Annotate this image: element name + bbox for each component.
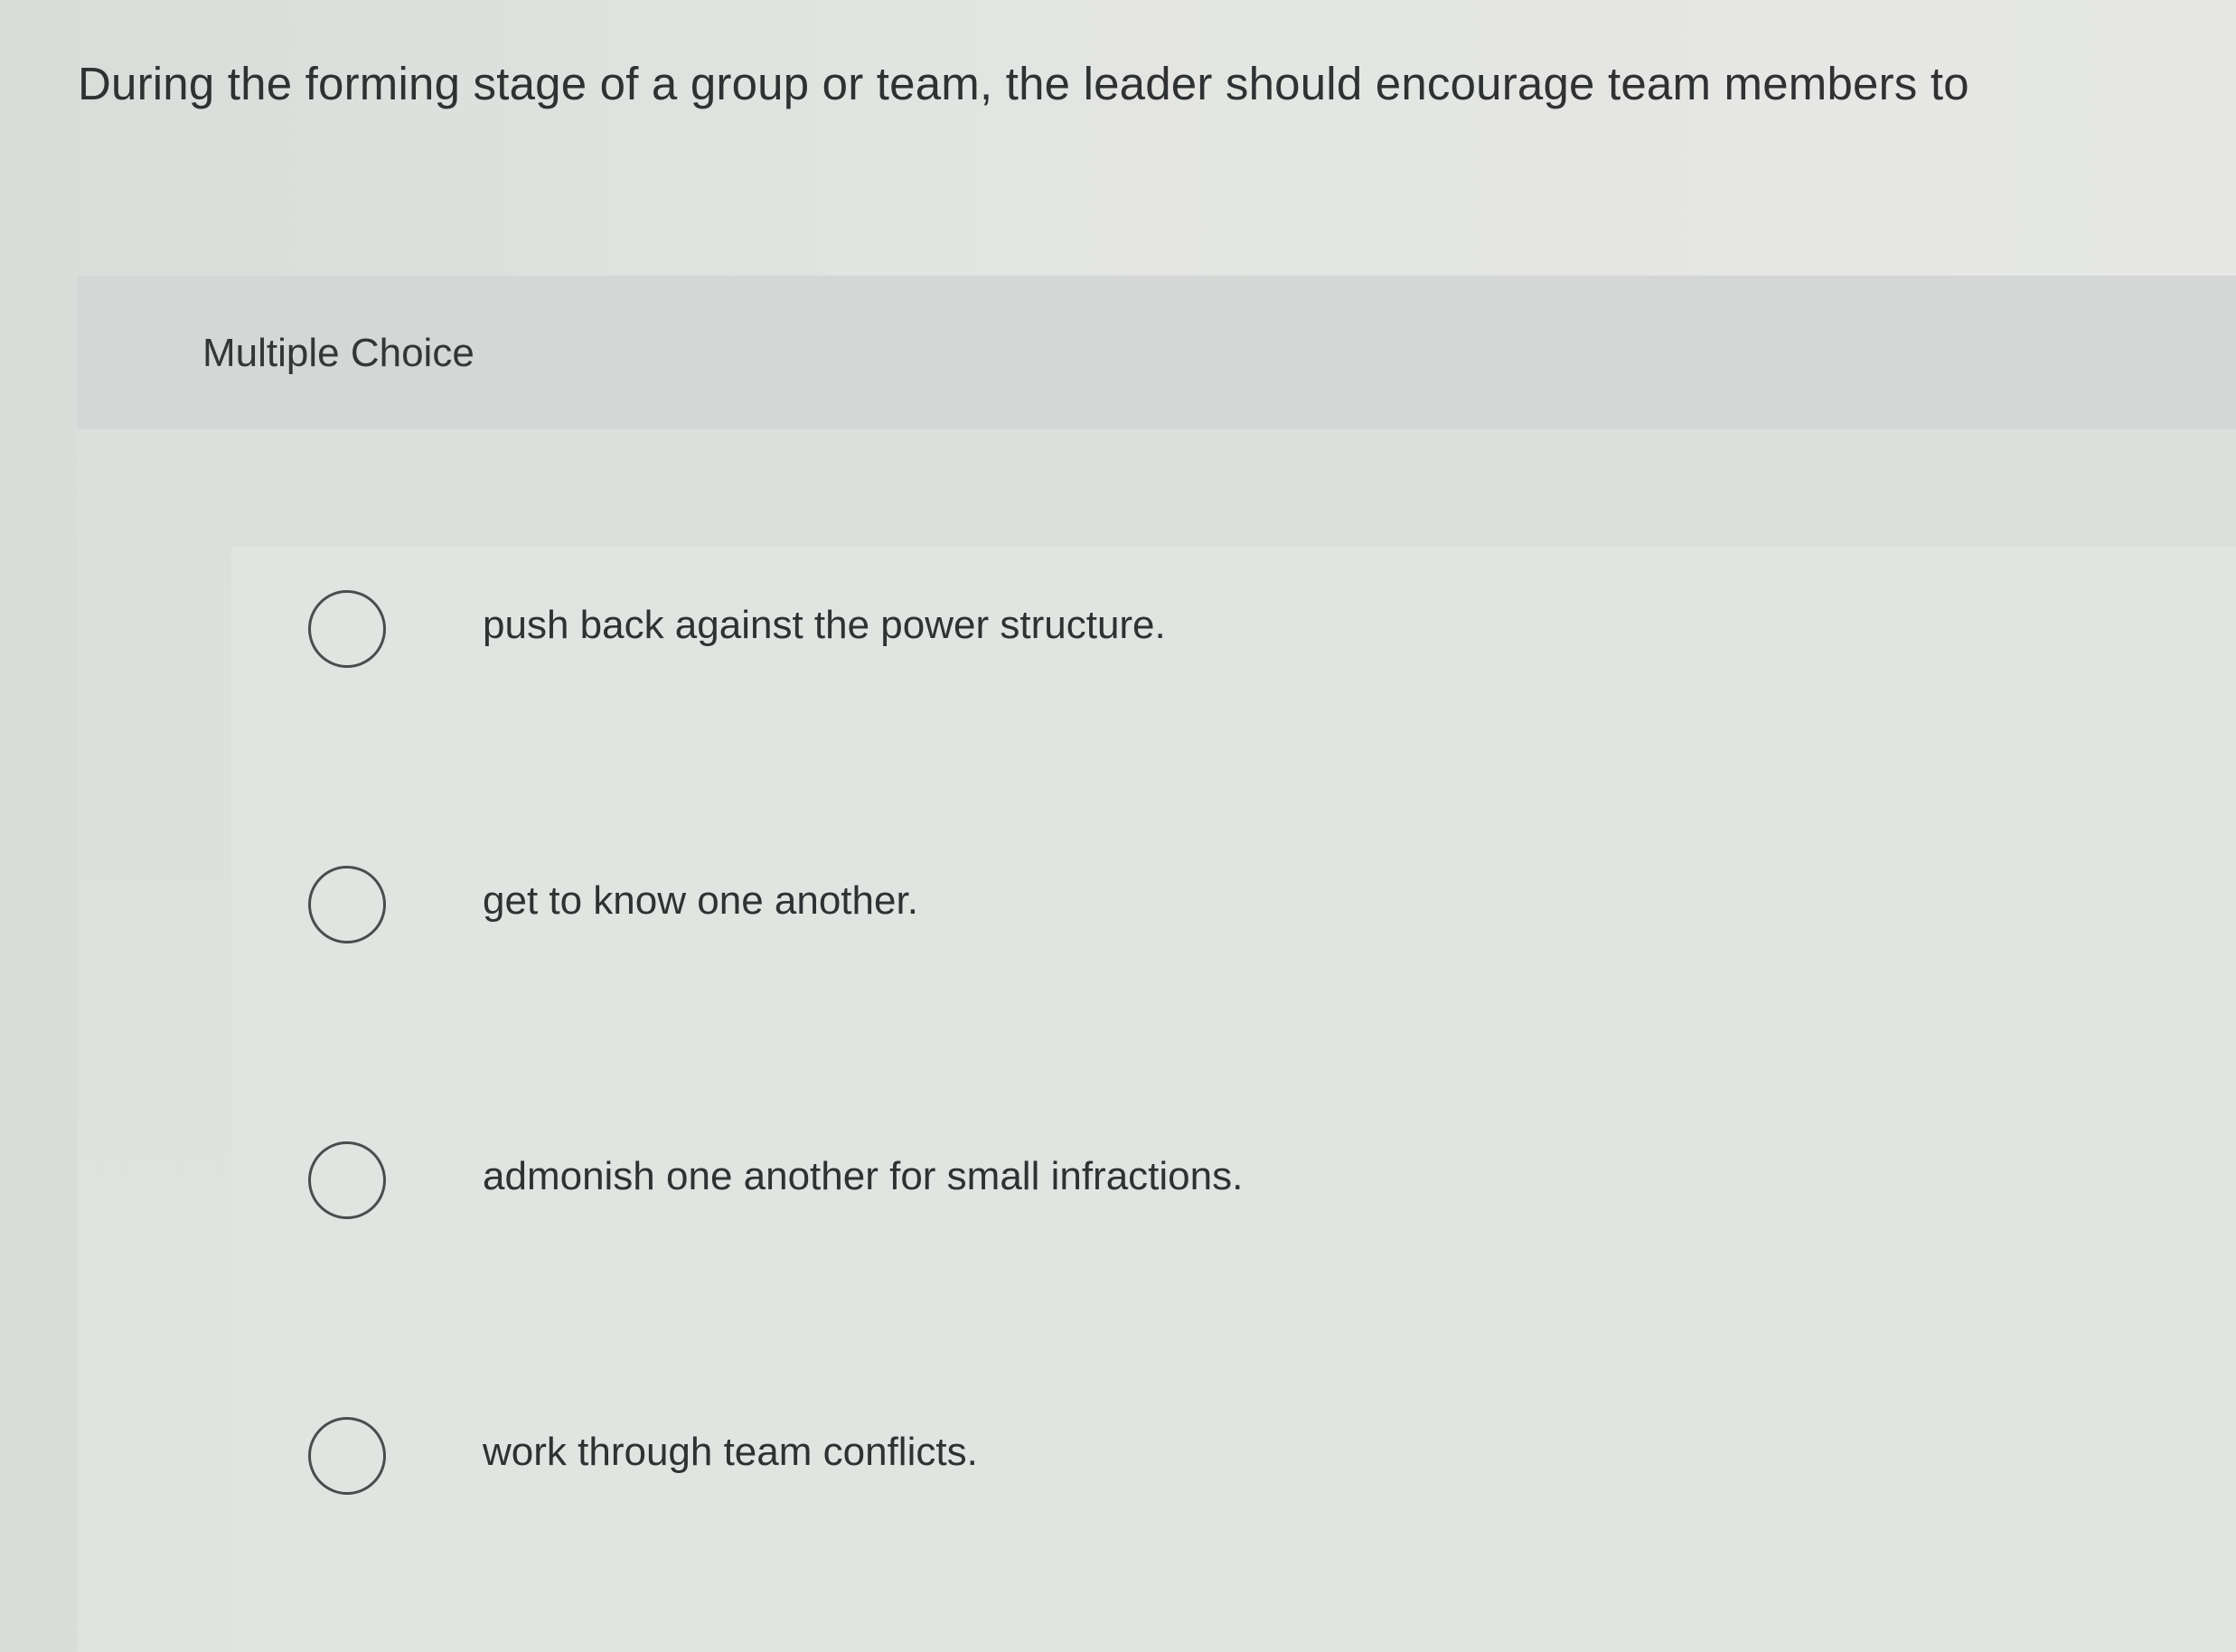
quiz-screen: During the forming stage of a group or t… — [0, 0, 2236, 1652]
option-label[interactable]: get to know one another. — [483, 874, 918, 928]
answer-panel: Multiple Choice push back against the po… — [78, 276, 2236, 1652]
radio-button-icon[interactable] — [308, 866, 386, 943]
answer-option-1[interactable]: push back against the power structure. — [231, 547, 2236, 718]
option-label[interactable]: push back against the power structure. — [483, 598, 1166, 652]
question-text: During the forming stage of a group or t… — [78, 58, 1969, 109]
radio-button-icon[interactable] — [308, 590, 386, 668]
panel-header: Multiple Choice — [78, 276, 2236, 429]
option-label[interactable]: admonish one another for small infractio… — [483, 1150, 1243, 1204]
radio-button-icon[interactable] — [308, 1141, 386, 1219]
question-type-label: Multiple Choice — [202, 331, 474, 375]
option-label[interactable]: work through team conflicts. — [483, 1425, 978, 1479]
answer-option-4[interactable]: work through team conflicts. — [231, 1374, 2236, 1545]
options-list: push back against the power structure. g… — [231, 547, 2236, 1652]
answer-option-3[interactable]: admonish one another for small infractio… — [231, 1098, 2236, 1270]
radio-button-icon[interactable] — [308, 1417, 386, 1495]
answer-option-2[interactable]: get to know one another. — [231, 822, 2236, 994]
